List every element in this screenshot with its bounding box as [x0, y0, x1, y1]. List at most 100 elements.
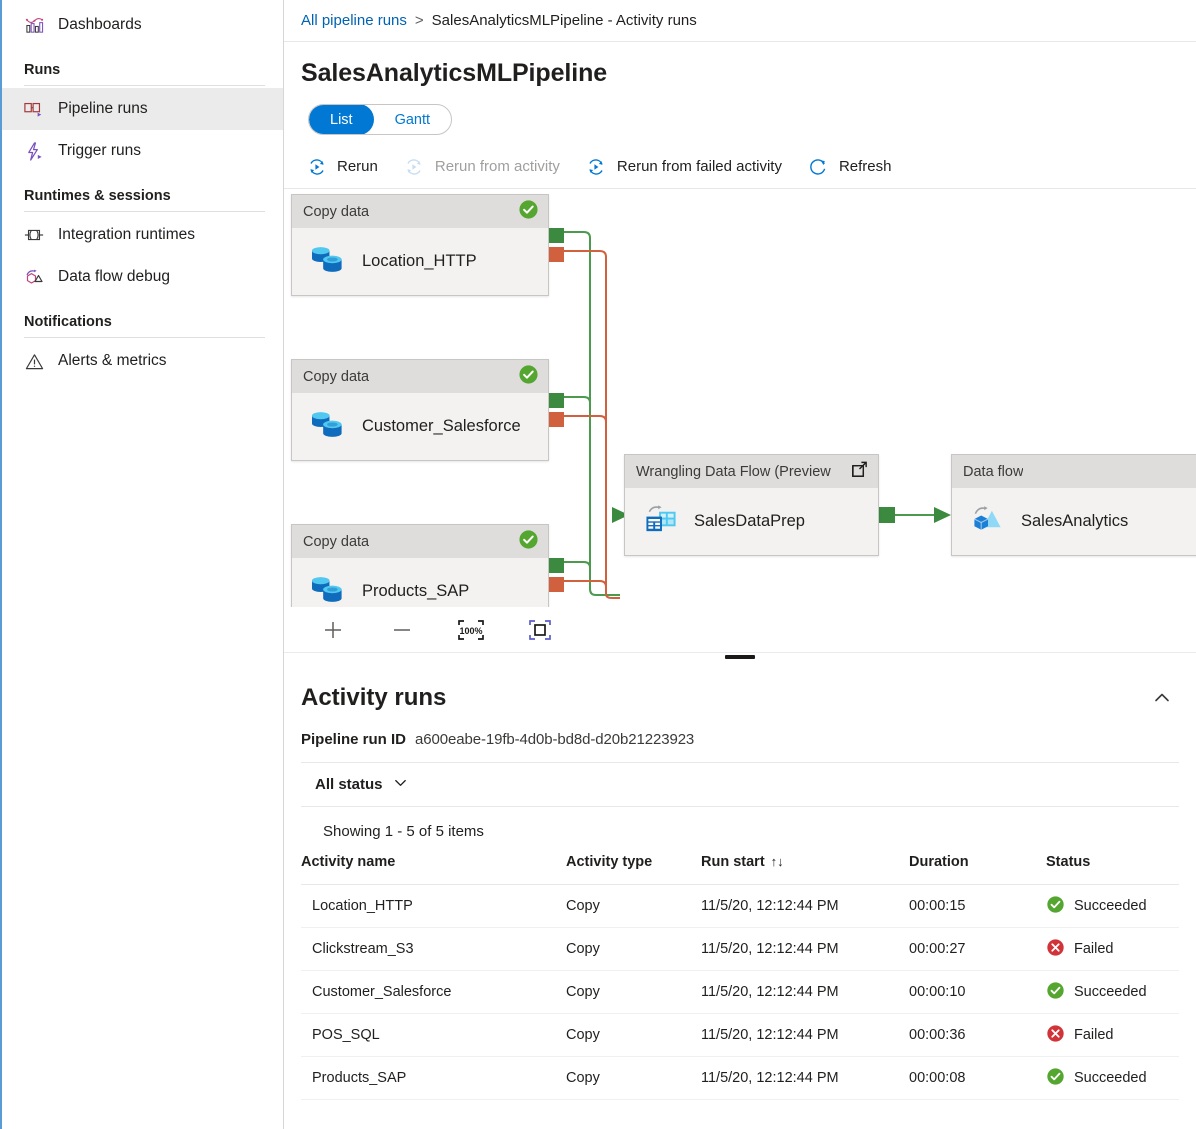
rerun-icon — [306, 156, 327, 177]
node-output-failure-port[interactable] — [549, 412, 564, 427]
activity-runs-collapse-button[interactable] — [1145, 681, 1179, 715]
rerun-button[interactable]: Rerun — [306, 156, 378, 177]
sidebar-item-label: Integration runtimes — [58, 226, 195, 244]
activity-runs-panel: Activity runs Pipeline run ID a600eabe-1… — [284, 663, 1196, 1129]
node-output-failure-port[interactable] — [549, 247, 564, 262]
node-output-failure-port[interactable] — [549, 577, 564, 592]
cell-status: Succeeded — [1046, 1057, 1179, 1100]
cell-activity-type: Copy — [566, 928, 701, 971]
pipeline-run-id-label: Pipeline run ID — [301, 731, 406, 748]
cell-activity-name: Products_SAP — [301, 1057, 566, 1100]
pipeline-node-location-http[interactable]: Copy data — [291, 194, 549, 296]
pipeline-run-id-value: a600eabe-19fb-4d0b-bd8d-d20b21223923 — [415, 731, 694, 748]
rerun-from-failed-activity-icon — [586, 156, 607, 177]
status-filter-row: All status — [301, 762, 1179, 807]
pipeline-node-sales-analytics[interactable]: Data flow SalesAnalytics — [951, 454, 1196, 556]
zoom-out-button[interactable] — [387, 615, 417, 645]
node-type-label: Copy data — [303, 204, 369, 220]
column-header-status[interactable]: Status — [1046, 854, 1179, 885]
cell-run-start: 11/5/20, 12:12:44 PM — [701, 1057, 909, 1100]
sidebar-item-data-flow-debug[interactable]: Data flow debug — [2, 256, 283, 298]
sidebar-item-trigger-runs[interactable]: Trigger runs — [2, 130, 283, 172]
node-name: Products_SAP — [362, 582, 469, 601]
breadcrumb: All pipeline runs > SalesAnalyticsMLPipe… — [284, 0, 1196, 42]
refresh-button[interactable]: Refresh — [808, 156, 892, 177]
canvas-zoom-controls: 100% — [284, 607, 1196, 653]
status-failed-icon — [1046, 938, 1065, 961]
rerun-from-failed-activity-label: Rerun from failed activity — [617, 158, 782, 175]
status-filter-dropdown[interactable]: All status — [309, 771, 414, 798]
sidebar-item-label: Data flow debug — [58, 268, 170, 286]
column-header-run-start[interactable]: Run start↑↓ — [701, 854, 909, 885]
node-header: Copy data — [292, 360, 548, 393]
cell-duration: 00:00:36 — [909, 1014, 1046, 1057]
pipeline-node-products-sap[interactable]: Copy data — [291, 524, 549, 607]
fit-to-screen-button[interactable] — [525, 615, 555, 645]
breadcrumb-all-pipeline-runs-link[interactable]: All pipeline runs — [301, 12, 407, 29]
pipeline-node-sales-data-prep[interactable]: Wrangling Data Flow (Preview — [624, 454, 879, 556]
cell-run-start: 11/5/20, 12:12:44 PM — [701, 971, 909, 1014]
tab-list[interactable]: List — [309, 104, 374, 135]
cell-activity-name: POS_SQL — [301, 1014, 566, 1057]
node-status-succeeded-icon — [518, 199, 539, 224]
table-row[interactable]: Customer_Salesforce Copy 11/5/20, 12:12:… — [301, 971, 1179, 1014]
column-header-activity-type[interactable]: Activity type — [566, 854, 701, 885]
sidebar-item-label: Trigger runs — [58, 142, 141, 160]
node-output-success-port[interactable] — [549, 228, 564, 243]
table-row[interactable]: Products_SAP Copy 11/5/20, 12:12:44 PM 0… — [301, 1057, 1179, 1100]
pipeline-runs-icon — [24, 99, 44, 119]
panel-drag-handle[interactable] — [725, 655, 755, 659]
tab-gantt[interactable]: Gantt — [374, 104, 451, 135]
refresh-icon — [808, 156, 829, 177]
zoom-in-button[interactable] — [318, 615, 348, 645]
activity-runs-table-body: Location_HTTP Copy 11/5/20, 12:12:44 PM … — [301, 885, 1179, 1100]
data-flow-icon — [970, 503, 1006, 541]
status-label: Succeeded — [1074, 1070, 1147, 1086]
status-label: Succeeded — [1074, 984, 1147, 1000]
rerun-from-failed-activity-button[interactable]: Rerun from failed activity — [586, 156, 782, 177]
node-name: SalesDataPrep — [694, 512, 805, 531]
sidebar-divider — [24, 337, 265, 338]
chevron-down-icon — [393, 775, 408, 794]
pipeline-node-customer-salesforce[interactable]: Copy data — [291, 359, 549, 461]
pipeline-run-monitor-page: Dashboards Runs Pipeline runs — [0, 0, 1196, 1129]
status-label: Failed — [1074, 941, 1114, 957]
node-type-label: Data flow — [963, 464, 1023, 480]
cell-activity-name: Clickstream_S3 — [301, 928, 566, 971]
node-name: SalesAnalytics — [1021, 512, 1128, 531]
table-header-row: Activity name Activity type Run start↑↓ … — [301, 854, 1179, 885]
lightning-bolt-icon — [24, 141, 44, 161]
view-toggle: List Gantt — [308, 104, 452, 135]
breadcrumb-separator: > — [415, 12, 424, 29]
cell-run-start: 11/5/20, 12:12:44 PM — [701, 885, 909, 928]
zoom-to-100-percent-button[interactable]: 100% — [456, 615, 486, 645]
open-external-icon[interactable] — [850, 460, 869, 483]
rerun-from-activity-label: Rerun from activity — [435, 158, 560, 175]
table-row[interactable]: POS_SQL Copy 11/5/20, 12:12:44 PM 00:00:… — [301, 1014, 1179, 1057]
sidebar-divider — [24, 85, 265, 86]
cell-duration: 00:00:10 — [909, 971, 1046, 1014]
cell-duration: 00:00:08 — [909, 1057, 1046, 1100]
main-content: All pipeline runs > SalesAnalyticsMLPipe… — [284, 0, 1196, 1129]
node-header: Copy data — [292, 525, 548, 558]
sidebar-item-integration-runtimes[interactable]: Integration runtimes — [2, 214, 283, 256]
column-header-activity-name[interactable]: Activity name — [301, 854, 566, 885]
node-header: Data flow — [952, 455, 1196, 488]
sidebar-item-alerts-metrics[interactable]: Alerts & metrics — [2, 340, 283, 382]
node-name: Customer_Salesforce — [362, 417, 521, 436]
status-succeeded-icon — [1046, 981, 1065, 1004]
status-failed-icon — [1046, 1024, 1065, 1047]
sidebar-item-dashboards[interactable]: Dashboards — [2, 4, 283, 46]
column-header-duration[interactable]: Duration — [909, 854, 1046, 885]
table-row[interactable]: Location_HTTP Copy 11/5/20, 12:12:44 PM … — [301, 885, 1179, 928]
command-bar: Rerun Rerun from activity — [284, 145, 1196, 189]
table-row[interactable]: Clickstream_S3 Copy 11/5/20, 12:12:44 PM… — [301, 928, 1179, 971]
node-body: Products_SAP — [292, 558, 548, 607]
node-output-success-port[interactable] — [549, 558, 564, 573]
sidebar-item-pipeline-runs[interactable]: Pipeline runs — [2, 88, 283, 130]
showing-items-count: Showing 1 - 5 of 5 items — [301, 807, 1179, 840]
rerun-from-activity-button: Rerun from activity — [404, 156, 560, 177]
pipeline-canvas[interactable]: Copy data — [284, 189, 1196, 607]
node-output-success-port[interactable] — [549, 393, 564, 408]
sidebar-divider — [24, 211, 265, 212]
